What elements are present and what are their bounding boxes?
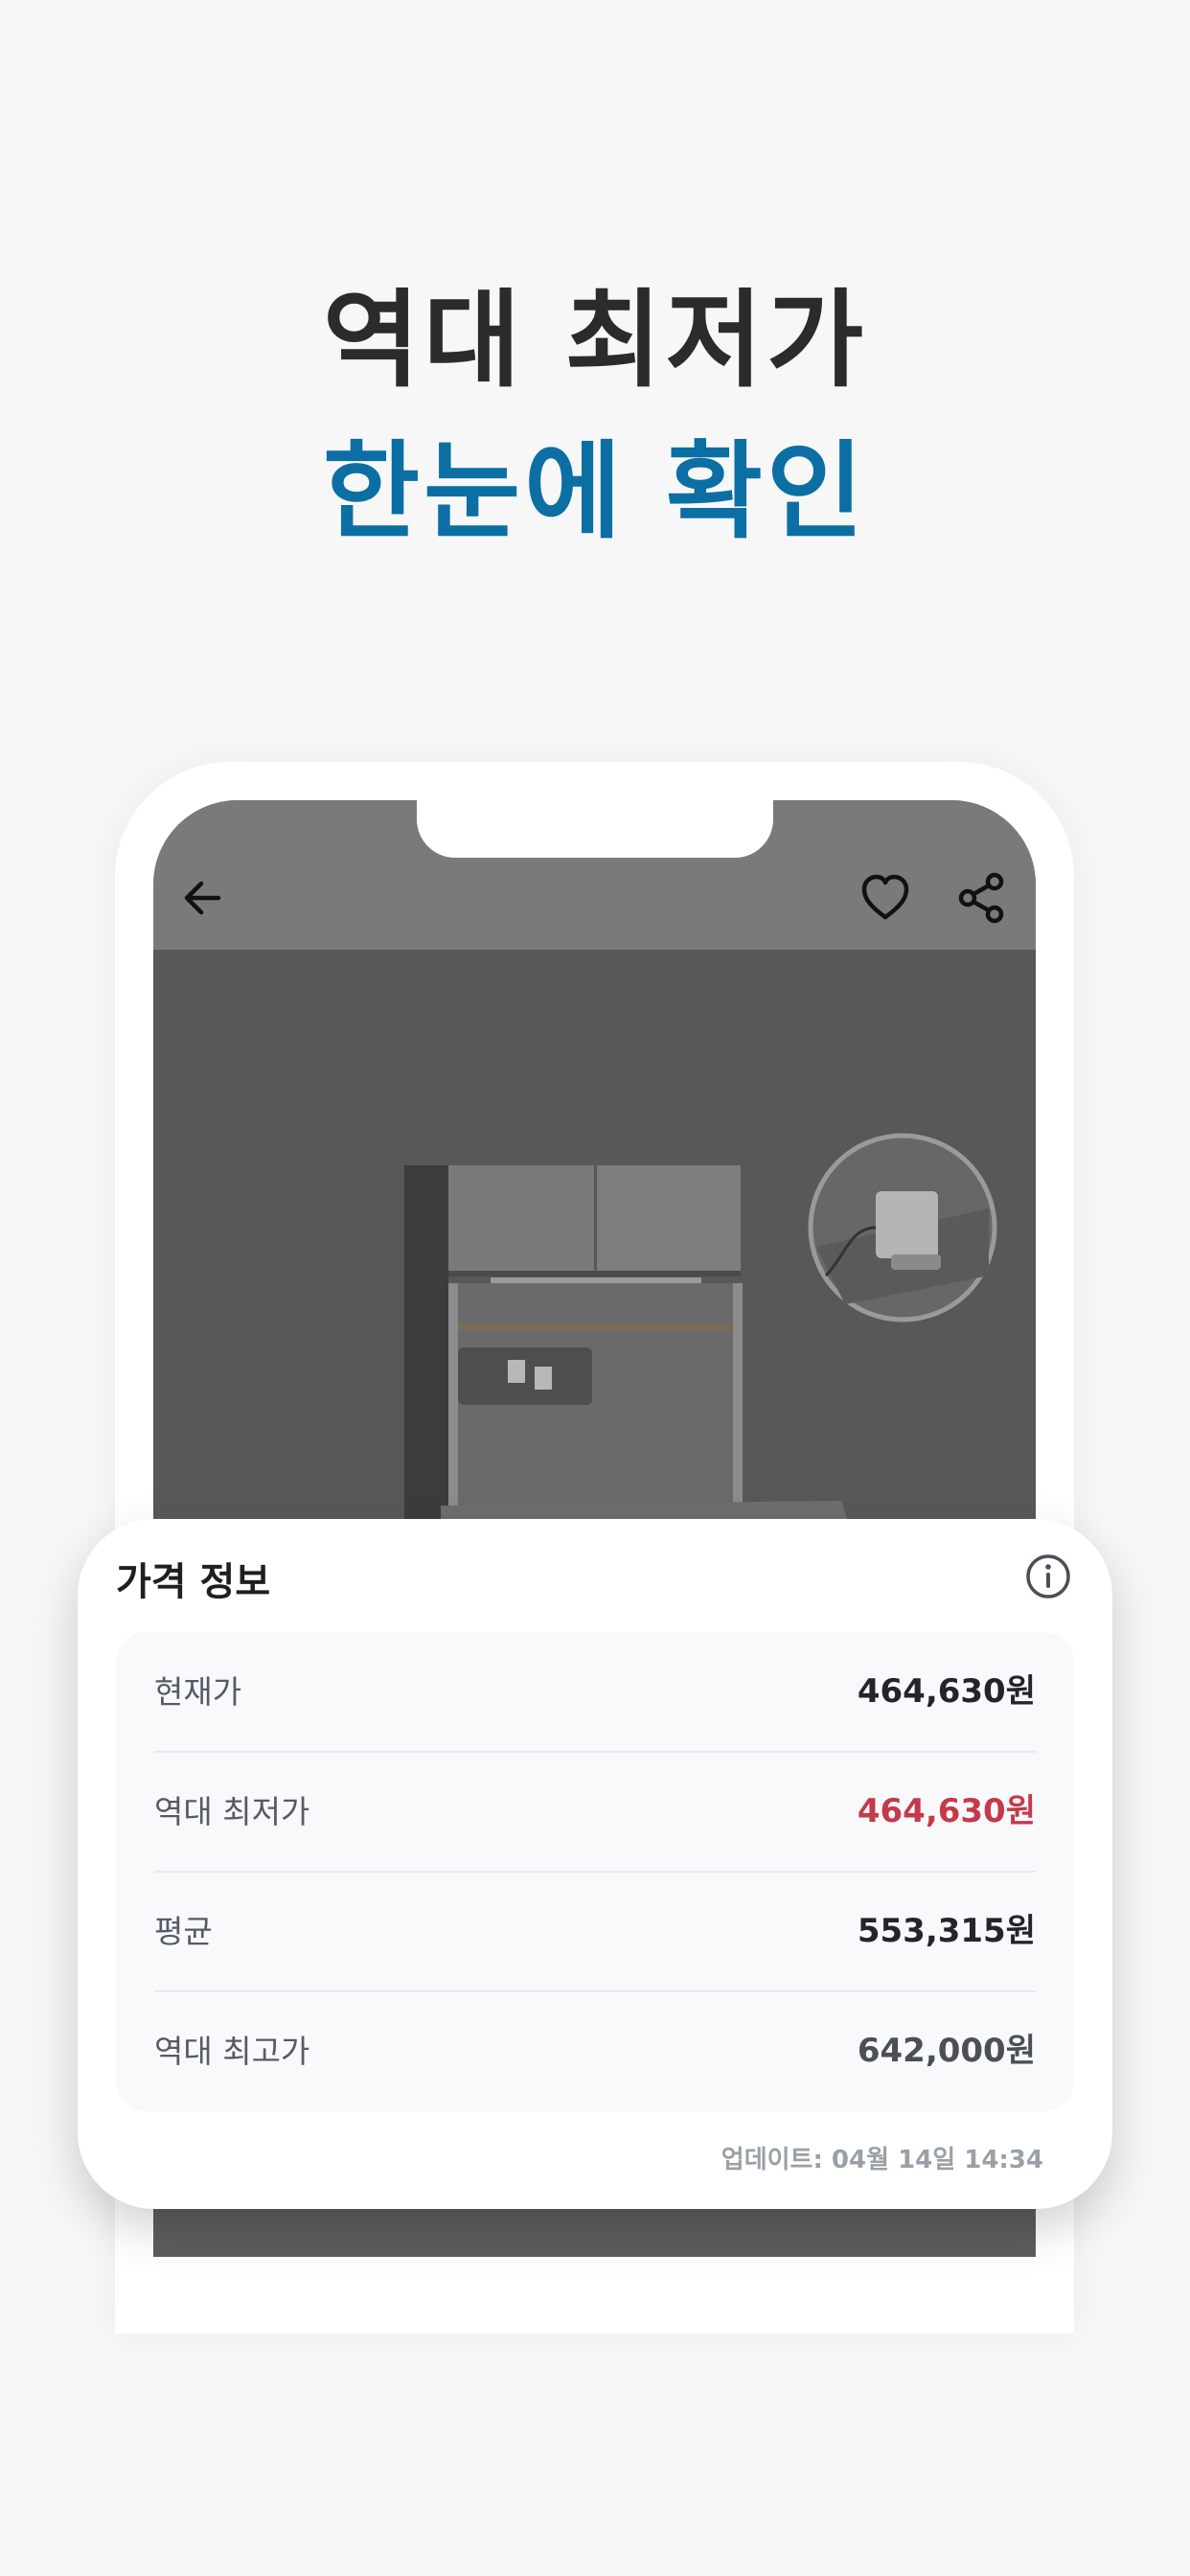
price-value: 464,630원 [857, 1672, 1036, 1711]
heart-icon[interactable] [855, 867, 916, 929]
info-icon[interactable] [1024, 1552, 1072, 1600]
price-row-highest: 역대 최고가 642,000원 [154, 1991, 1036, 2111]
price-info-card: 가격 정보 현재가 464,630원 역대 최저가 464,630원 평균 55… [78, 1519, 1112, 2209]
detail-zoom-image [808, 1133, 997, 1322]
price-value: 464,630원 [857, 1792, 1036, 1830]
headline-line-1: 역대 최저가 [322, 279, 868, 402]
price-table: 현재가 464,630원 역대 최저가 464,630원 평균 553,315원… [116, 1632, 1074, 2111]
price-row-current: 현재가 464,630원 [154, 1632, 1036, 1752]
price-row-lowest: 역대 최저가 464,630원 [154, 1752, 1036, 1872]
price-label: 역대 최고가 [154, 2033, 310, 2070]
price-label: 평균 [154, 1913, 213, 1950]
price-label: 역대 최저가 [154, 1793, 310, 1830]
price-row-average: 평균 553,315원 [154, 1872, 1036, 1991]
phone-notch [417, 800, 773, 858]
price-value: 553,315원 [857, 1912, 1036, 1950]
price-label: 현재가 [154, 1673, 242, 1711]
share-icon[interactable] [950, 867, 1012, 929]
updated-timestamp: 업데이트: 04월 14일 14:34 [721, 2146, 1043, 2174]
price-info-title: 가격 정보 [116, 1560, 271, 1604]
price-value: 642,000원 [857, 2032, 1036, 2070]
back-arrow-icon[interactable] [172, 867, 234, 929]
headline-line-2: 한눈에 확인 [322, 430, 868, 553]
